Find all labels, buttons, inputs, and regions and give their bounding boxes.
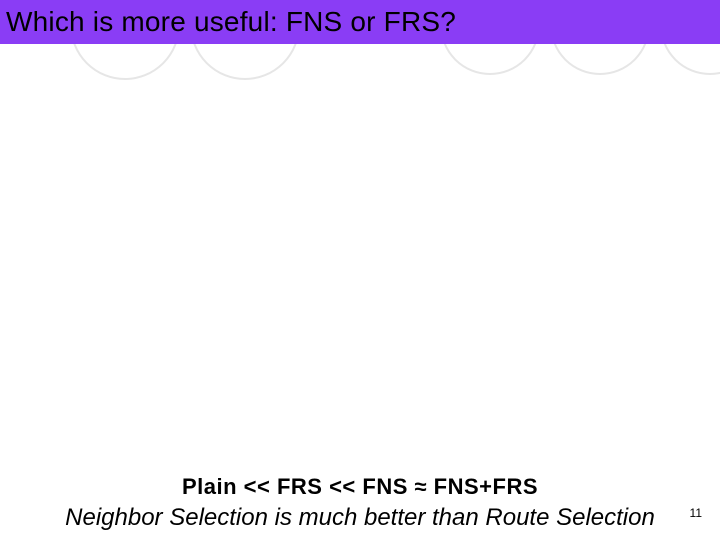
page-number: 11 xyxy=(690,506,702,520)
title-bar: Which is more useful: FNS or FRS? xyxy=(0,0,720,44)
slide-title: Which is more useful: FNS or FRS? xyxy=(6,6,456,38)
content-block: Plain << FRS << FNS ≈ FNS+FRS Neighbor S… xyxy=(0,474,720,532)
conclusion-line: Neighbor Selection is much better than R… xyxy=(0,504,720,532)
comparison-line: Plain << FRS << FNS ≈ FNS+FRS xyxy=(0,474,720,500)
slide: Which is more useful: FNS or FRS? Plain … xyxy=(0,0,720,540)
